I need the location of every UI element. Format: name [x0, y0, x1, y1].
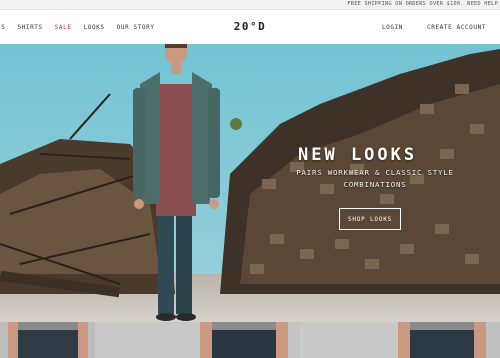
product-image: [398, 322, 500, 358]
nav-item-cs[interactable]: CS: [0, 24, 5, 31]
site-header: CS SHIRTS SALE LOOKS OUR STORY 20°D LOGI…: [0, 10, 500, 45]
nav-item-looks[interactable]: LOOKS: [84, 24, 105, 31]
announcement-bar: FREE SHIPPING ON ORDERS OVER $100. NEED …: [0, 0, 500, 10]
hero-subtitle: PAIRS WORKWEAR & CLASSIC STYLE COMBINATI…: [296, 168, 454, 189]
nav-item-our-story[interactable]: OUR STORY: [117, 24, 155, 31]
product-image: [200, 322, 300, 358]
product-tile[interactable]: [200, 322, 300, 358]
shop-looks-button[interactable]: SHOP LOOKS: [339, 208, 401, 230]
site-logo[interactable]: 20°D: [234, 10, 267, 44]
account-nav: LOGIN CREATE ACCOUNT: [358, 10, 486, 44]
product-image: [0, 322, 95, 358]
main-nav: CS SHIRTS SALE LOOKS OUR STORY: [0, 10, 167, 44]
nav-item-sale[interactable]: SALE: [55, 24, 72, 31]
product-tile[interactable]: [0, 322, 95, 358]
shipping-message: FREE SHIPPING ON ORDERS OVER $100. NEED …: [347, 1, 498, 7]
hero-banner: NEW LOOKS PAIRS WORKWEAR & CLASSIC STYLE…: [0, 44, 500, 322]
create-account-link[interactable]: CREATE ACCOUNT: [427, 24, 486, 31]
product-tile[interactable]: [398, 322, 500, 358]
product-strip: [0, 322, 500, 358]
hero-title: NEW LOOKS: [298, 145, 418, 165]
nav-item-shirts[interactable]: SHIRTS: [17, 24, 42, 31]
login-link[interactable]: LOGIN: [382, 24, 403, 31]
